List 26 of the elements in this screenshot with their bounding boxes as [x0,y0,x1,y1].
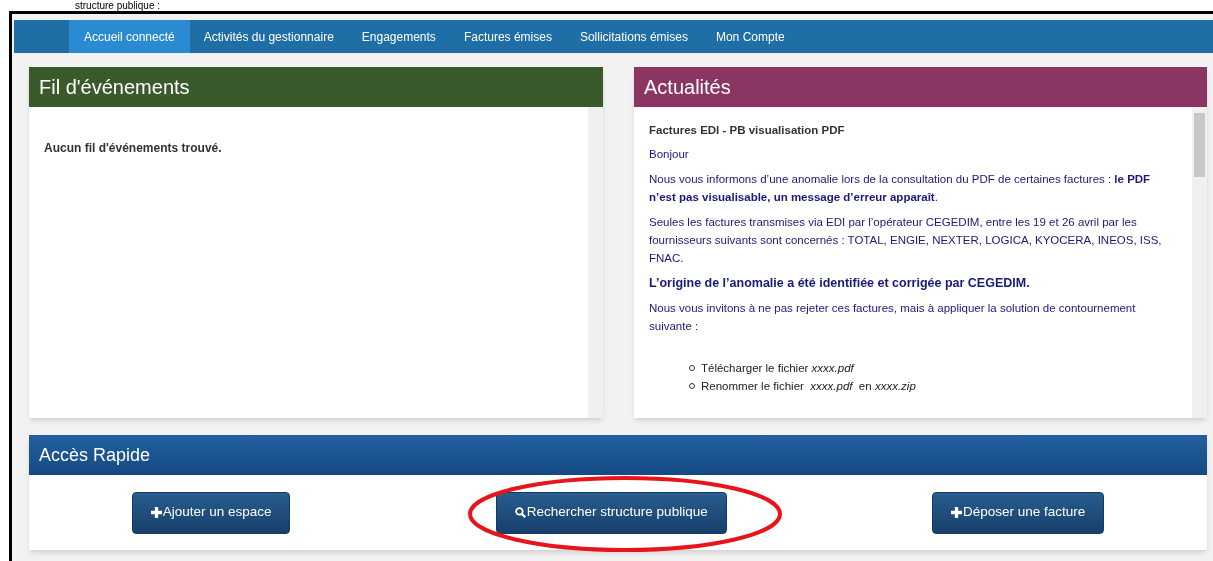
news-paragraph: L’origine de l’anomalie a été identifiée et corrigée par CEGEDIM. [649,275,1031,292]
news-paragraph: Nous vous invitons à ne pas rejeter ces factures, mais à appliquer la solution de contournement suivante : [649,301,1137,334]
nav-tab[interactable]: Engagements [347,20,450,53]
nav-tab[interactable]: Mon Compte [701,20,799,53]
nav-tab[interactable]: Accueil connecté [69,20,190,53]
nav-tab[interactable]: Sollicitations émises [565,20,702,53]
news-paragraph: Seules les factures transmises via EDI par l’opérateur CEGEDIM, entre les 19 et 26 avril par les fournisseurs suivants sont concernés : TOTAL, ENGIE, NEXTER, LOGICA, KYOCERA, INEOS, ISS, FNAC. [649,215,1163,266]
plus-icon [951,507,962,518]
panel-title: Accès Rapide [39,443,151,467]
quick-action-button[interactable]: Ajouter un espace [131,491,291,534]
panel-title: Fil d'événements [39,75,190,100]
nav-tab[interactable]: Factures émises [449,20,566,53]
search-icon [514,507,526,518]
quick-action-button[interactable]: Rechercher structure publique [495,491,727,534]
plus-icon [150,507,162,518]
news-paragraph: Nous vous informons d’une anomalie lors de la consultation du PDF de certaines factures : le PDF n’est pas visualisable, un message d’erreur apparaît. [649,172,1152,205]
empty-message: Aucun fil d'événements trouvé. [44,141,222,155]
panel-title: Actualités [644,75,731,100]
list-item: Renommer le fichier xxxx.pdf en xxxx.zip [701,379,916,394]
document-caption: structure publique : [75,0,162,11]
news-paragraph: Bonjour [649,147,690,162]
nav-tab[interactable]: Activités du gestionnaire [189,20,348,53]
news-heading: Factures EDI - PB visualisation PDF [649,123,846,138]
scrollbar-thumb[interactable] [1194,113,1205,177]
quick-action-button[interactable]: Déposer une facture [932,491,1105,534]
list-item: Télécharger le fichier xxxx.pdf [701,361,854,376]
